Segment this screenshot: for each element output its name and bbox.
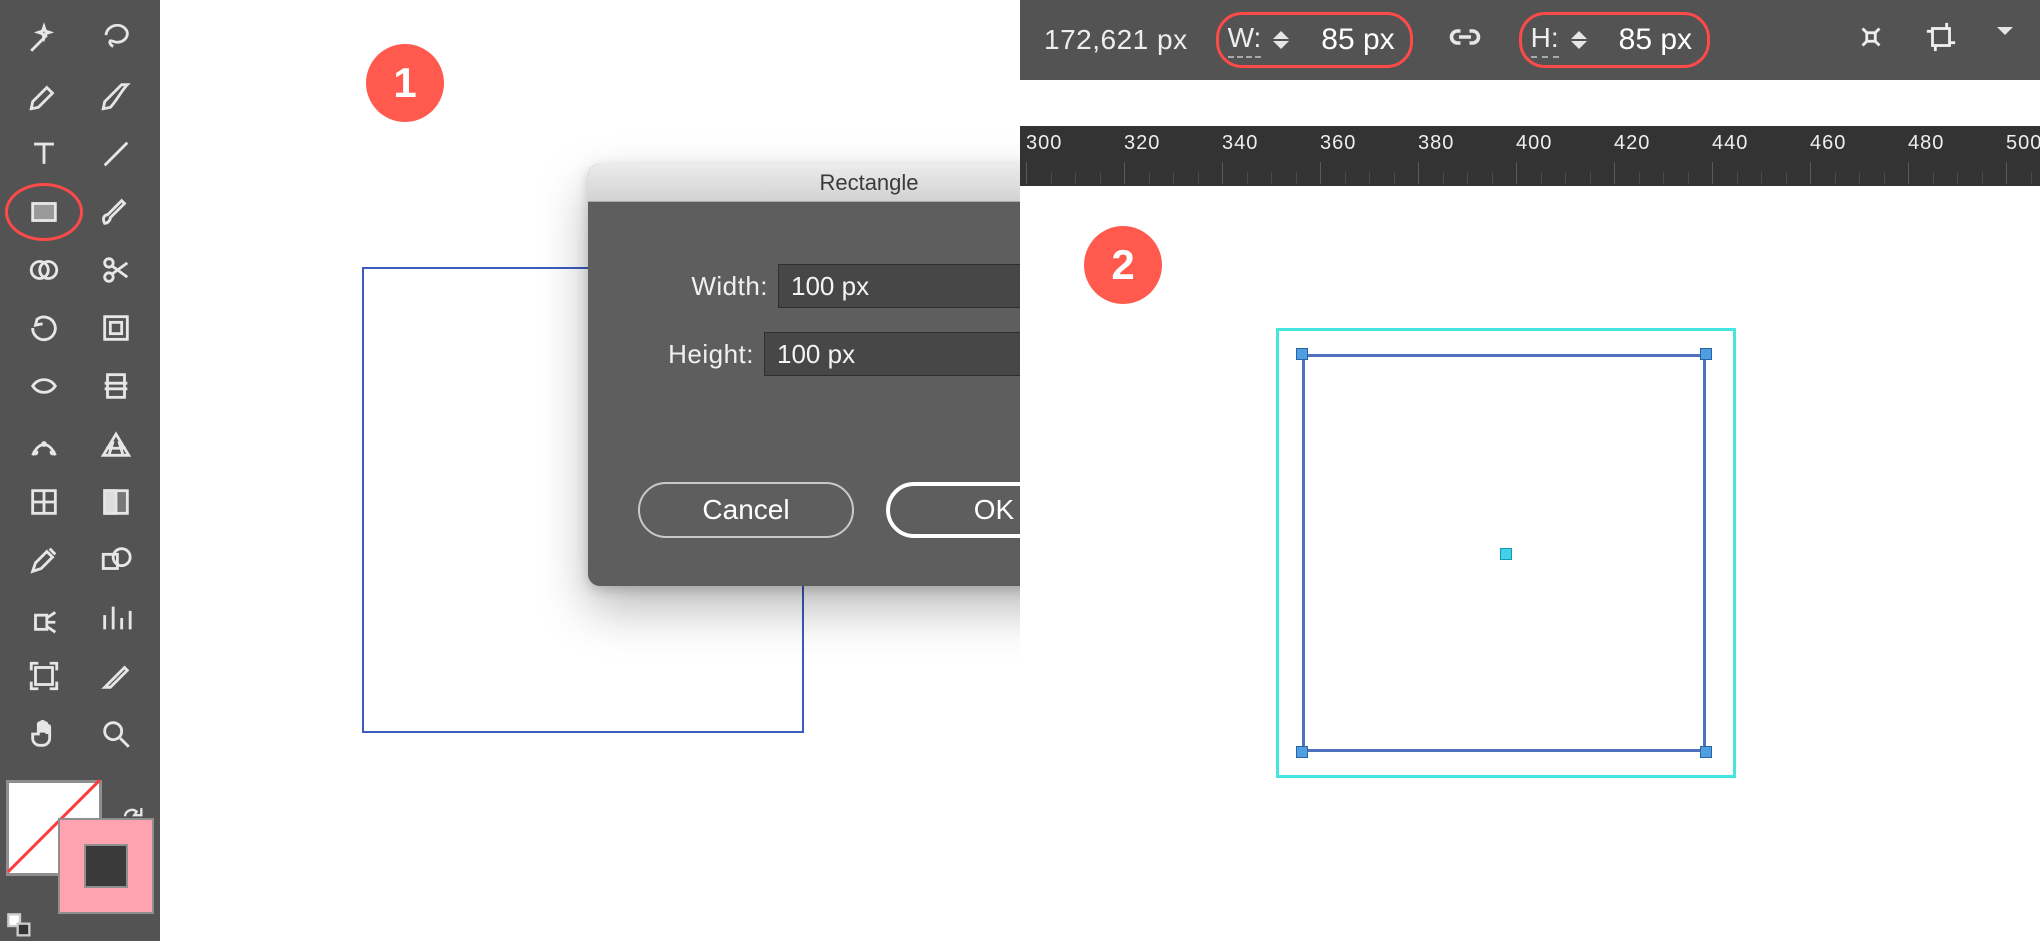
rotate-tool[interactable]	[8, 302, 80, 354]
ruler-label: 300	[1026, 132, 1062, 155]
crop-icon[interactable]	[1924, 20, 1958, 61]
puppet-warp-tool[interactable]	[8, 418, 80, 470]
w-value[interactable]: 85 px	[1309, 23, 1394, 57]
height-property: H: 85 px	[1525, 18, 1704, 62]
scissors-tool[interactable]	[80, 244, 152, 296]
w-stepper[interactable]	[1273, 23, 1297, 57]
zoom-tool[interactable]	[80, 708, 152, 760]
ruler-label: 460	[1810, 132, 1846, 155]
handle-top-right[interactable]	[1700, 348, 1712, 360]
mesh-tool[interactable]	[8, 476, 80, 528]
column-graph-tool[interactable]	[80, 592, 152, 644]
ruler-label: 360	[1320, 132, 1356, 155]
ruler-label: 320	[1124, 132, 1160, 155]
properties-bar: 172,621 px W: 85 px H: 85 px	[1020, 0, 2040, 80]
width-input[interactable]	[778, 264, 1046, 308]
handle-top-left[interactable]	[1296, 348, 1308, 360]
line-tool[interactable]	[80, 128, 152, 180]
tools-panel	[0, 0, 160, 941]
magic-wand-tool[interactable]	[8, 12, 80, 64]
cancel-button[interactable]: Cancel	[638, 482, 854, 538]
ruler-label: 340	[1222, 132, 1258, 155]
width-label: Width:	[658, 271, 778, 302]
height-label: Height:	[644, 339, 764, 370]
height-input[interactable]	[764, 332, 1032, 376]
rectangle-tool[interactable]	[8, 186, 80, 238]
ruler-label: 380	[1418, 132, 1454, 155]
h-value[interactable]: 85 px	[1607, 23, 1692, 57]
free-transform-tool[interactable]	[80, 302, 152, 354]
x-value: 172,621 px	[1044, 24, 1188, 56]
handle-bottom-left[interactable]	[1296, 746, 1308, 758]
handle-bottom-right[interactable]	[1700, 746, 1712, 758]
options-dropdown-icon[interactable]	[1994, 20, 2016, 42]
artboard-tool[interactable]	[8, 650, 80, 702]
warp-tool[interactable]	[80, 360, 152, 412]
swap-colors-icon[interactable]	[118, 800, 146, 833]
default-colors-icon[interactable]	[6, 912, 34, 940]
canvas-area-2[interactable]: 2	[1020, 186, 2040, 941]
slice-tool[interactable]	[80, 650, 152, 702]
type-tool[interactable]	[8, 128, 80, 180]
panel-step-2: 172,621 px W: 85 px H: 85 px	[1020, 0, 2040, 941]
horizontal-ruler: 300 320 340 360 380 400 420 440 460 480 500	[1020, 126, 2040, 186]
ruler-label: 440	[1712, 132, 1748, 155]
panel-step-1: 1 Rectangle Width: Height:	[0, 0, 1020, 941]
pen-tool[interactable]	[8, 70, 80, 122]
stroke-swatch-inner	[84, 844, 128, 888]
ruler-label: 480	[1908, 132, 1944, 155]
link-wh-icon[interactable]	[1447, 19, 1483, 62]
canvas-area-1[interactable]: 1 Rectangle Width: Height:	[160, 0, 1020, 941]
h-stepper[interactable]	[1571, 23, 1595, 57]
align-to-pixel-icon[interactable]	[1854, 20, 1888, 61]
width-property: W: 85 px	[1222, 18, 1407, 62]
step-badge-2: 2	[1084, 226, 1162, 304]
w-label: W:	[1228, 22, 1262, 58]
eyedropper-tool[interactable]	[8, 534, 80, 586]
perspective-grid-tool[interactable]	[80, 418, 152, 470]
shape-builder-tool[interactable]	[8, 244, 80, 296]
lasso-tool[interactable]	[80, 12, 152, 64]
symbol-sprayer-tool[interactable]	[8, 592, 80, 644]
ruler-label: 420	[1614, 132, 1650, 155]
step-badge-1: 1	[366, 44, 444, 122]
ruler-label: 500	[2006, 132, 2040, 155]
blend-tool[interactable]	[80, 534, 152, 586]
ruler-label: 400	[1516, 132, 1552, 155]
h-label: H:	[1531, 22, 1559, 58]
selection-center-icon	[1500, 548, 1512, 560]
gradient-tool[interactable]	[80, 476, 152, 528]
width-tool[interactable]	[8, 360, 80, 412]
paintbrush-tool[interactable]	[80, 186, 152, 238]
curvature-tool[interactable]	[80, 70, 152, 122]
hand-tool[interactable]	[8, 708, 80, 760]
